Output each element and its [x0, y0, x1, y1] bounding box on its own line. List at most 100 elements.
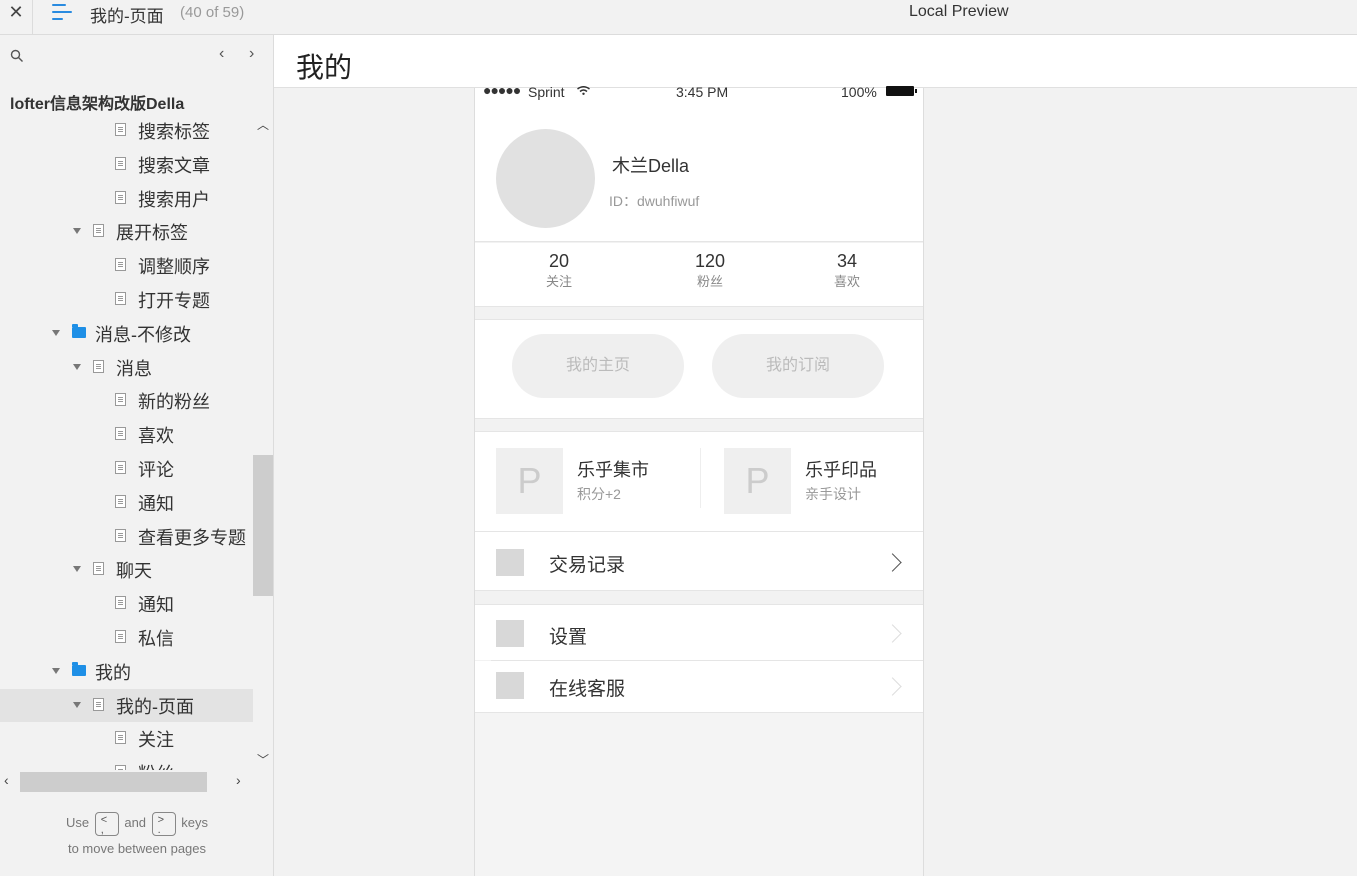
stat-likes[interactable]: 34 喜欢 [797, 249, 897, 291]
customer-service-icon [496, 672, 524, 699]
tree-page[interactable]: 我的-页面 [0, 688, 253, 722]
my-homepage-button[interactable]: 我的主页 [512, 334, 684, 398]
chevron-right-icon[interactable]: › [249, 45, 254, 63]
tree-page[interactable]: 通知 [0, 587, 253, 620]
shop-subtitle: 积分+2 [577, 486, 621, 502]
page-icon [115, 292, 126, 305]
stat-number: 120 [694, 251, 726, 271]
stat-followers[interactable]: 120 粉丝 [660, 249, 760, 291]
tree-item-label: 我的 [95, 662, 131, 683]
battery-icon [886, 86, 917, 96]
list-item-transactions[interactable]: 交易记录 [475, 531, 923, 591]
tree-page[interactable]: 私信 [0, 621, 253, 654]
page-icon [115, 156, 126, 170]
page-icon [115, 630, 126, 643]
chevron-right-icon [883, 553, 902, 572]
shop-title: 乐乎集市 [577, 460, 649, 480]
chevron-left-icon[interactable]: ‹ [219, 45, 224, 63]
scroll-right-icon[interactable]: › [236, 772, 241, 788]
key-prev: <, [94, 811, 119, 836]
tree-item-label: 新的粉丝 [138, 392, 210, 413]
divider [700, 448, 701, 508]
page-icon [115, 596, 126, 610]
shop-thumbnail: P [496, 448, 563, 514]
hint-use: Use [65, 815, 90, 830]
tree-item-label: 查看更多专题 [138, 527, 246, 548]
stat-following[interactable]: 20 关注 [509, 249, 609, 291]
close-button[interactable]: ✕ [0, 0, 33, 35]
scrollbar-thumb[interactable] [253, 455, 273, 596]
tree-item-label: 搜索文章 [138, 155, 210, 176]
tree-item-label: 我的-页面 [116, 696, 194, 717]
tree-page[interactable]: 展开标签 [0, 215, 253, 248]
tree-item-label: 搜索用户 [138, 189, 210, 210]
hint-line2: to move between pages [67, 840, 207, 856]
expand-arrow-icon[interactable] [73, 566, 81, 573]
page-icon [115, 190, 126, 204]
tree-page[interactable]: 搜索文章 [0, 148, 253, 181]
chevron-right-icon [883, 624, 902, 643]
menu-icon[interactable] [52, 2, 74, 24]
page-counter: (40 of 59) [180, 4, 245, 21]
tree-folder[interactable]: 我的 [0, 655, 253, 688]
expand-arrow-icon[interactable] [52, 329, 60, 336]
tree-page[interactable]: 调整顺序 [0, 249, 253, 282]
shop-thumbnail: P [724, 448, 791, 514]
expand-arrow-icon[interactable] [52, 667, 60, 674]
tree-page[interactable]: 关注 [0, 722, 253, 755]
tree-page[interactable]: 新的粉丝 [0, 384, 253, 417]
my-subscription-button[interactable]: 我的订阅 [712, 334, 884, 398]
shop-subtitle: 亲手设计 [805, 486, 861, 502]
avatar[interactable] [496, 129, 595, 228]
shop-title: 乐乎印品 [805, 460, 877, 480]
list-item-customer-service[interactable]: 在线客服 [475, 661, 923, 712]
tree-page[interactable]: 评论 [0, 452, 253, 485]
tree-page[interactable]: 查看更多专题 [0, 520, 253, 553]
scroll-left-icon[interactable]: ‹ [4, 772, 9, 788]
tree-folder[interactable]: 消息-不修改 [0, 317, 253, 350]
tree-item-label: 调整顺序 [138, 257, 210, 278]
scroll-up-icon[interactable]: ︿ [257, 116, 269, 133]
tree-page[interactable]: 消息 [0, 351, 253, 384]
page-icon [115, 427, 126, 441]
page-icon [93, 562, 104, 576]
tree-page[interactable]: 打开专题 [0, 283, 253, 316]
tree-item-label: 消息 [116, 358, 152, 379]
key-next: >. [151, 811, 176, 836]
scrollbar-thumb[interactable] [20, 772, 207, 792]
tree-page[interactable]: 通知 [0, 486, 253, 519]
wifi-icon [577, 86, 590, 95]
tree-item-label: 消息-不修改 [95, 324, 191, 345]
expand-arrow-icon[interactable] [73, 363, 81, 370]
page-icon [115, 123, 126, 136]
page-icon [115, 258, 126, 272]
tree-item-label: 通知 [138, 493, 174, 514]
tree-item-label: 关注 [138, 730, 174, 751]
stat-number: 34 [836, 251, 858, 271]
action-buttons: 我的主页 我的订阅 [475, 319, 923, 419]
expand-arrow-icon[interactable] [73, 228, 81, 235]
page-icon [93, 224, 104, 238]
list-item-label: 在线客服 [549, 679, 626, 700]
horizontal-scrollbar[interactable]: ‹ › [0, 770, 253, 792]
stat-label: 喜欢 [833, 274, 860, 289]
page-icon [93, 359, 104, 373]
tree-page[interactable]: 搜索用户 [0, 182, 253, 215]
list-item-settings[interactable]: 设置 [475, 604, 923, 660]
shop-entries: P 乐乎集市 积分+2 P 乐乎印品 亲手设计 [475, 431, 923, 531]
vertical-scrollbar[interactable]: ︿ ﹀ [253, 114, 274, 770]
page-tree: 搜索标签搜索文章搜索用户展开标签调整顺序打开专题消息-不修改消息新的粉丝喜欢 评论… [0, 114, 253, 770]
tree-page[interactable]: 搜索标签 [0, 114, 253, 147]
user-name: 木兰Della [612, 156, 690, 176]
tree-page[interactable]: 粉丝 [0, 756, 253, 770]
search-icon[interactable] [10, 49, 24, 63]
expand-arrow-icon[interactable] [73, 701, 81, 708]
scroll-down-icon[interactable]: ﹀ [257, 751, 269, 768]
empty-area [475, 712, 923, 876]
tree-page[interactable]: 聊天 [0, 553, 253, 586]
page-icon [115, 528, 126, 542]
page-icon [115, 461, 126, 474]
tree-page[interactable]: 喜欢 [0, 418, 253, 451]
tree-item-label: 打开专题 [138, 291, 210, 311]
hint-keys: keys [181, 815, 209, 830]
